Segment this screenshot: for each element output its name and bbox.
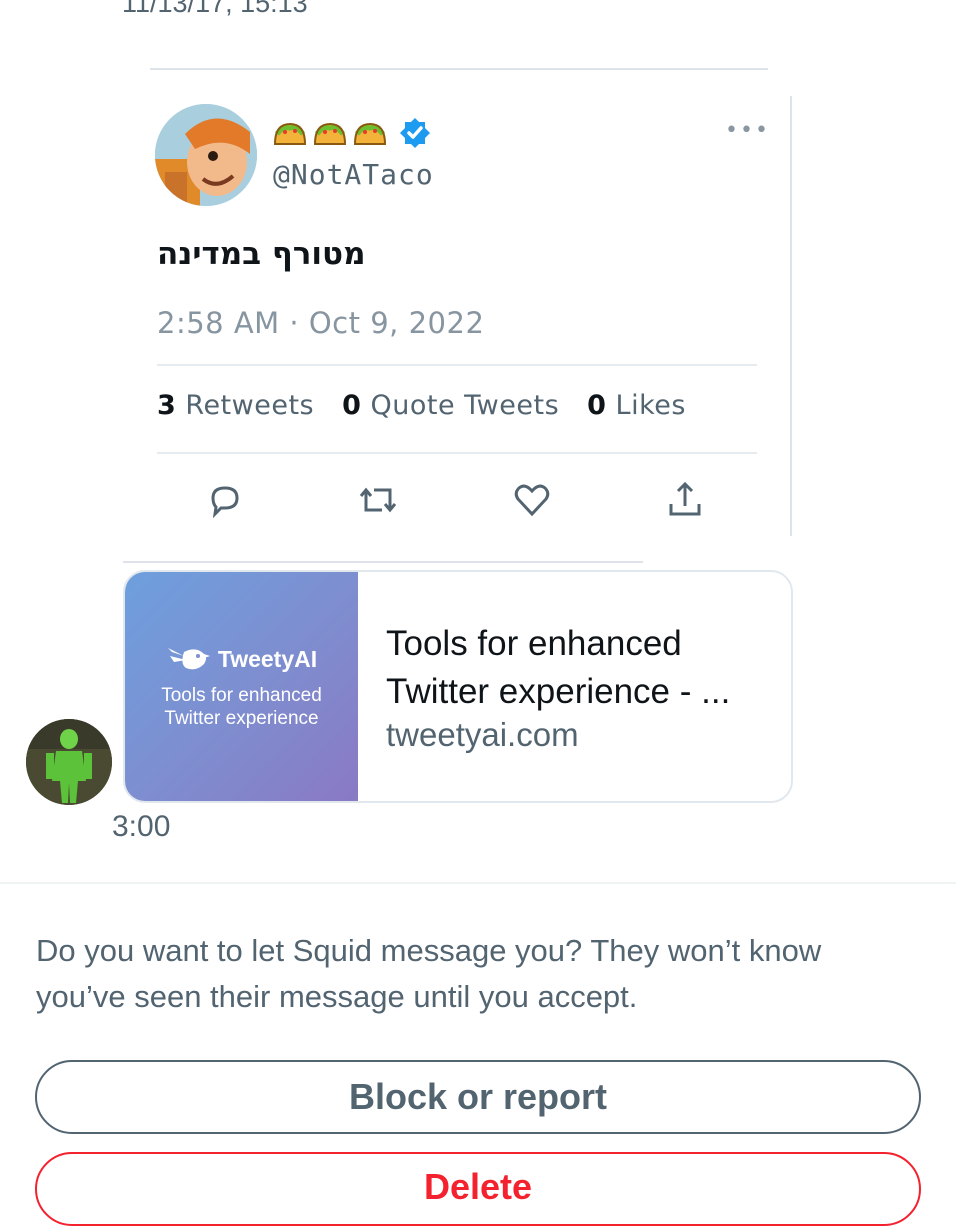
taco-emoji-icon xyxy=(313,122,347,145)
quoted-tweet-text-content: מטורף במדינה xyxy=(157,236,366,272)
likes-stat[interactable]: 0 Likes xyxy=(587,390,686,421)
quoted-author-handle[interactable]: @NotATaco xyxy=(273,158,434,191)
thumb-tagline-line2: Twitter experience xyxy=(164,708,319,729)
retweets-stat[interactable]: 3 Retweets xyxy=(157,390,314,421)
retweets-label: Retweets xyxy=(185,390,315,421)
reply-icon[interactable] xyxy=(205,480,245,520)
retweet-icon[interactable] xyxy=(358,480,398,520)
verified-badge-icon xyxy=(400,118,430,148)
block-or-report-button[interactable]: Block or report xyxy=(35,1060,921,1134)
delete-button[interactable]: Delete xyxy=(35,1152,921,1226)
quote-tweets-stat[interactable]: 0 Quote Tweets xyxy=(342,390,559,421)
likes-label: Likes xyxy=(615,390,686,421)
card-border-top xyxy=(150,68,768,70)
stats-divider-bottom xyxy=(157,452,757,454)
section-divider xyxy=(0,882,956,884)
more-options-icon[interactable]: ••• xyxy=(725,118,770,143)
quoted-author-display-name[interactable] xyxy=(273,116,434,150)
card-border-right xyxy=(790,96,792,536)
link-title-line1: Tools for enhanced xyxy=(386,624,682,663)
card-border-bottom xyxy=(123,561,643,563)
timestamp-separator: · xyxy=(279,306,309,340)
tweet-time: 2:58 AM xyxy=(157,306,280,340)
quoted-author-avatar[interactable] xyxy=(155,104,257,206)
link-title-line2: Twitter experience - ... xyxy=(386,672,731,711)
quote-tweets-count: 0 xyxy=(342,390,362,421)
message-timestamp-top: 11/13/17, 15:13 xyxy=(122,0,308,18)
link-preview-card[interactable]: TweetyAI Tools for enhanced Twitter expe… xyxy=(123,570,793,803)
message-time: 3:00 xyxy=(112,810,171,843)
link-title: Tools for enhanced Twitter experience - … xyxy=(386,620,786,716)
bird-logo-icon xyxy=(167,648,210,670)
quoted-tweet-timestamp[interactable]: 2:58 AM · Oct 9, 2022 xyxy=(157,306,484,340)
sender-avatar[interactable] xyxy=(26,719,112,805)
tweet-date: Oct 9, 2022 xyxy=(308,306,485,340)
thumb-tagline: Tools for enhanced Twitter experience xyxy=(125,684,358,730)
link-domain: tweetyai.com xyxy=(386,716,579,753)
thumb-brand-name: TweetyAI xyxy=(217,645,318,672)
stats-divider-top xyxy=(157,364,757,366)
like-icon[interactable] xyxy=(512,480,552,520)
message-request-prompt: Do you want to let Squid message you? Th… xyxy=(36,933,822,1014)
quote-tweets-label: Quote Tweets xyxy=(370,390,560,421)
retweets-count: 3 xyxy=(157,390,177,421)
link-preview-image: TweetyAI Tools for enhanced Twitter expe… xyxy=(125,572,358,801)
link-preview-text: Tools for enhanced Twitter experience - … xyxy=(358,572,786,801)
share-icon[interactable] xyxy=(665,480,705,520)
taco-emoji-icon xyxy=(273,122,307,145)
quoted-tweet-card[interactable]: @NotATaco ••• מטורף במדינה 2:58 AM · Oct… xyxy=(123,68,795,563)
tweet-stats-row: 3 Retweets 0 Quote Tweets 0 Likes xyxy=(157,390,686,421)
quoted-tweet-text: מטורף במדינה xyxy=(157,236,366,272)
taco-emoji-icon xyxy=(353,122,387,145)
likes-count: 0 xyxy=(587,390,607,421)
tweet-action-bar xyxy=(205,480,705,520)
thumb-tagline-line1: Tools for enhanced xyxy=(161,685,322,706)
